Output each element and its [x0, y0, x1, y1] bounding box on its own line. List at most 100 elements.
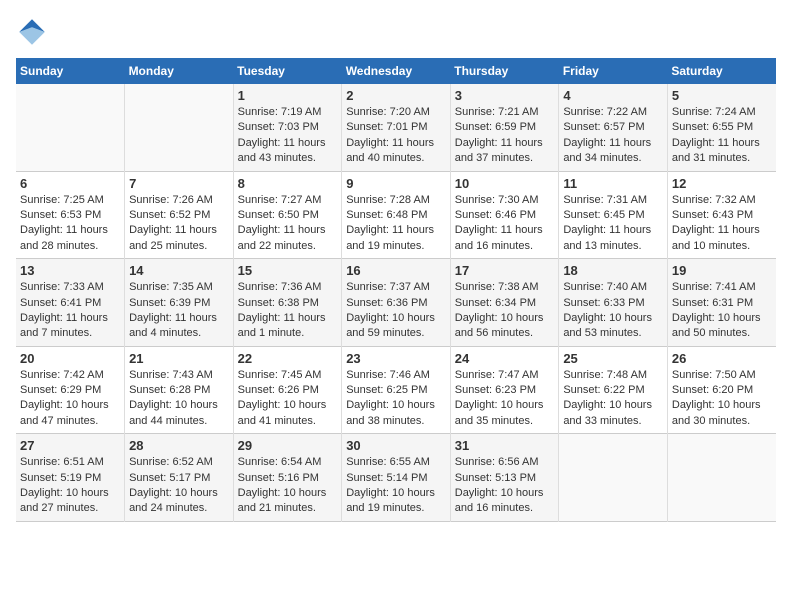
calendar-cell: [667, 434, 776, 522]
day-info: Sunrise: 7:41 AM Sunset: 6:31 PM Dayligh…: [672, 280, 772, 342]
day-info: Sunrise: 7:35 AM Sunset: 6:39 PM Dayligh…: [129, 280, 229, 342]
day-number: 20: [20, 351, 120, 366]
calendar-cell: [125, 84, 234, 171]
day-number: 14: [129, 263, 229, 278]
calendar-cell: [559, 434, 668, 522]
sunset-text: Sunset: 6:45 PM: [563, 209, 644, 221]
sunrise-text: Sunrise: 7:28 AM: [346, 194, 430, 206]
sunset-text: Sunset: 6:48 PM: [346, 209, 427, 221]
sunset-text: Sunset: 6:59 PM: [455, 121, 536, 133]
calendar-cell: 3 Sunrise: 7:21 AM Sunset: 6:59 PM Dayli…: [450, 84, 559, 171]
day-info: Sunrise: 7:32 AM Sunset: 6:43 PM Dayligh…: [672, 193, 772, 255]
day-number: 2: [346, 88, 446, 103]
sunrise-text: Sunrise: 7:41 AM: [672, 281, 756, 293]
day-number: 31: [455, 438, 555, 453]
day-number: 5: [672, 88, 772, 103]
calendar-cell: 27 Sunrise: 6:51 AM Sunset: 5:19 PM Dayl…: [16, 434, 125, 522]
calendar-cell: [16, 84, 125, 171]
logo: [16, 16, 52, 48]
calendar-cell: 26 Sunrise: 7:50 AM Sunset: 6:20 PM Dayl…: [667, 346, 776, 434]
daylight-text: Daylight: 10 hours and 24 minutes.: [129, 487, 218, 514]
sunrise-text: Sunrise: 7:50 AM: [672, 369, 756, 381]
calendar-cell: 12 Sunrise: 7:32 AM Sunset: 6:43 PM Dayl…: [667, 171, 776, 259]
calendar-cell: 31 Sunrise: 6:56 AM Sunset: 5:13 PM Dayl…: [450, 434, 559, 522]
calendar-cell: 21 Sunrise: 7:43 AM Sunset: 6:28 PM Dayl…: [125, 346, 234, 434]
calendar-cell: 2 Sunrise: 7:20 AM Sunset: 7:01 PM Dayli…: [342, 84, 451, 171]
daylight-text: Daylight: 11 hours and 43 minutes.: [238, 137, 326, 164]
day-number: 6: [20, 176, 120, 191]
calendar-cell: 30 Sunrise: 6:55 AM Sunset: 5:14 PM Dayl…: [342, 434, 451, 522]
sunset-text: Sunset: 5:19 PM: [20, 472, 101, 484]
day-number: 9: [346, 176, 446, 191]
calendar-cell: 23 Sunrise: 7:46 AM Sunset: 6:25 PM Dayl…: [342, 346, 451, 434]
sunset-text: Sunset: 7:03 PM: [238, 121, 319, 133]
day-info: Sunrise: 7:50 AM Sunset: 6:20 PM Dayligh…: [672, 368, 772, 430]
week-row-2: 6 Sunrise: 7:25 AM Sunset: 6:53 PM Dayli…: [16, 171, 776, 259]
sunset-text: Sunset: 6:31 PM: [672, 297, 753, 309]
weekday-header-wednesday: Wednesday: [342, 58, 451, 84]
daylight-text: Daylight: 11 hours and 13 minutes.: [563, 224, 651, 251]
day-info: Sunrise: 7:47 AM Sunset: 6:23 PM Dayligh…: [455, 368, 555, 430]
day-number: 21: [129, 351, 229, 366]
daylight-text: Daylight: 11 hours and 19 minutes.: [346, 224, 434, 251]
calendar-cell: 7 Sunrise: 7:26 AM Sunset: 6:52 PM Dayli…: [125, 171, 234, 259]
day-number: 11: [563, 176, 663, 191]
day-info: Sunrise: 7:40 AM Sunset: 6:33 PM Dayligh…: [563, 280, 663, 342]
calendar-cell: 4 Sunrise: 7:22 AM Sunset: 6:57 PM Dayli…: [559, 84, 668, 171]
daylight-text: Daylight: 10 hours and 30 minutes.: [672, 399, 761, 426]
sunset-text: Sunset: 6:25 PM: [346, 384, 427, 396]
daylight-text: Daylight: 11 hours and 1 minute.: [238, 312, 326, 339]
week-row-3: 13 Sunrise: 7:33 AM Sunset: 6:41 PM Dayl…: [16, 259, 776, 347]
sunset-text: Sunset: 6:46 PM: [455, 209, 536, 221]
sunrise-text: Sunrise: 7:19 AM: [238, 106, 322, 118]
daylight-text: Daylight: 10 hours and 16 minutes.: [455, 487, 544, 514]
calendar-cell: 24 Sunrise: 7:47 AM Sunset: 6:23 PM Dayl…: [450, 346, 559, 434]
calendar-cell: 15 Sunrise: 7:36 AM Sunset: 6:38 PM Dayl…: [233, 259, 342, 347]
sunset-text: Sunset: 6:53 PM: [20, 209, 101, 221]
sunrise-text: Sunrise: 7:24 AM: [672, 106, 756, 118]
day-number: 18: [563, 263, 663, 278]
daylight-text: Daylight: 11 hours and 40 minutes.: [346, 137, 434, 164]
day-number: 1: [238, 88, 338, 103]
day-number: 16: [346, 263, 446, 278]
daylight-text: Daylight: 10 hours and 44 minutes.: [129, 399, 218, 426]
sunrise-text: Sunrise: 6:54 AM: [238, 456, 322, 468]
daylight-text: Daylight: 10 hours and 21 minutes.: [238, 487, 327, 514]
week-row-4: 20 Sunrise: 7:42 AM Sunset: 6:29 PM Dayl…: [16, 346, 776, 434]
day-info: Sunrise: 7:48 AM Sunset: 6:22 PM Dayligh…: [563, 368, 663, 430]
day-number: 12: [672, 176, 772, 191]
sunset-text: Sunset: 6:39 PM: [129, 297, 210, 309]
sunrise-text: Sunrise: 7:37 AM: [346, 281, 430, 293]
sunset-text: Sunset: 6:23 PM: [455, 384, 536, 396]
daylight-text: Daylight: 10 hours and 35 minutes.: [455, 399, 544, 426]
sunrise-text: Sunrise: 7:20 AM: [346, 106, 430, 118]
sunrise-text: Sunrise: 7:30 AM: [455, 194, 539, 206]
daylight-text: Daylight: 10 hours and 59 minutes.: [346, 312, 435, 339]
calendar-table: SundayMondayTuesdayWednesdayThursdayFrid…: [16, 58, 776, 522]
day-info: Sunrise: 7:26 AM Sunset: 6:52 PM Dayligh…: [129, 193, 229, 255]
calendar-cell: 9 Sunrise: 7:28 AM Sunset: 6:48 PM Dayli…: [342, 171, 451, 259]
sunrise-text: Sunrise: 7:27 AM: [238, 194, 322, 206]
day-number: 4: [563, 88, 663, 103]
day-info: Sunrise: 7:46 AM Sunset: 6:25 PM Dayligh…: [346, 368, 446, 430]
daylight-text: Daylight: 11 hours and 31 minutes.: [672, 137, 760, 164]
week-row-5: 27 Sunrise: 6:51 AM Sunset: 5:19 PM Dayl…: [16, 434, 776, 522]
sunrise-text: Sunrise: 6:51 AM: [20, 456, 104, 468]
sunset-text: Sunset: 6:33 PM: [563, 297, 644, 309]
sunrise-text: Sunrise: 7:38 AM: [455, 281, 539, 293]
header: [16, 16, 776, 48]
weekday-header-saturday: Saturday: [667, 58, 776, 84]
sunset-text: Sunset: 5:17 PM: [129, 472, 210, 484]
calendar-cell: 14 Sunrise: 7:35 AM Sunset: 6:39 PM Dayl…: [125, 259, 234, 347]
day-info: Sunrise: 7:37 AM Sunset: 6:36 PM Dayligh…: [346, 280, 446, 342]
sunset-text: Sunset: 6:26 PM: [238, 384, 319, 396]
day-info: Sunrise: 7:19 AM Sunset: 7:03 PM Dayligh…: [238, 105, 338, 167]
calendar-cell: 10 Sunrise: 7:30 AM Sunset: 6:46 PM Dayl…: [450, 171, 559, 259]
daylight-text: Daylight: 11 hours and 37 minutes.: [455, 137, 543, 164]
day-number: 8: [238, 176, 338, 191]
sunrise-text: Sunrise: 7:36 AM: [238, 281, 322, 293]
daylight-text: Daylight: 10 hours and 27 minutes.: [20, 487, 109, 514]
day-number: 7: [129, 176, 229, 191]
sunset-text: Sunset: 6:50 PM: [238, 209, 319, 221]
sunrise-text: Sunrise: 7:31 AM: [563, 194, 647, 206]
